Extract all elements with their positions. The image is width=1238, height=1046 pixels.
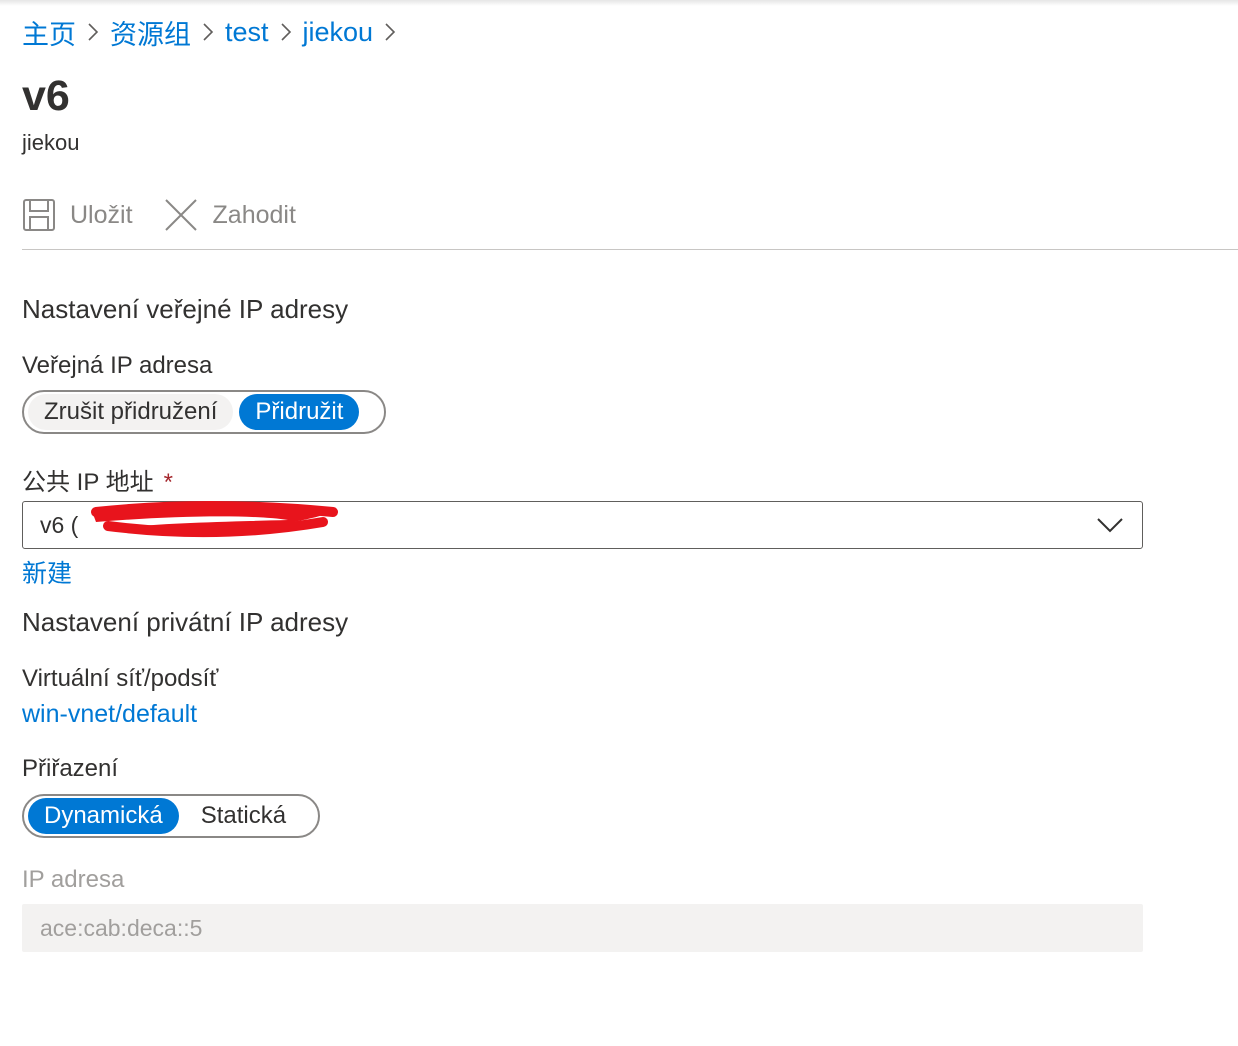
dropdown-value-text: v6 ( — [40, 511, 79, 538]
discard-button[interactable]: Zahodit — [163, 197, 296, 233]
save-button[interactable]: Uložit — [8, 198, 133, 232]
top-shadow — [0, 0, 1238, 6]
chevron-right-icon — [76, 12, 110, 52]
public-ip-association-toggle: Zrušit přidružení Přidružit — [22, 390, 386, 434]
breadcrumb-home[interactable]: 主页 — [22, 13, 76, 52]
close-icon — [163, 197, 199, 233]
assignment-label: Přiřazení — [22, 755, 119, 782]
chevron-right-icon — [373, 12, 407, 52]
discard-label: Zahodit — [212, 200, 296, 229]
static-option[interactable]: Statická — [185, 798, 302, 834]
breadcrumb-jiekou[interactable]: jiekou — [303, 17, 374, 48]
disassociate-option[interactable]: Zrušit přidružení — [28, 394, 234, 430]
toolbar-divider — [22, 249, 1238, 250]
redaction-scribble — [91, 500, 338, 537]
chevron-right-icon — [191, 12, 225, 52]
associate-option[interactable]: Přidružit — [239, 394, 360, 430]
vnet-subnet-label: Virtuální síť/podsíť — [22, 665, 219, 692]
breadcrumb-test[interactable]: test — [225, 17, 269, 48]
assignment-toggle: Dynamická Statická — [22, 794, 320, 838]
chevron-down-icon — [1096, 516, 1124, 539]
ip-address-field: ace:cab:deca::5 — [22, 904, 1143, 952]
required-marker: * — [163, 469, 173, 496]
breadcrumb: 主页 资源组 test jiekou — [22, 12, 407, 52]
page-title: v6 — [22, 72, 70, 120]
chevron-right-icon — [269, 12, 303, 52]
save-label: Uložit — [70, 200, 133, 229]
public-ip-section-title: Nastavení veřejné IP adresy — [22, 294, 349, 324]
ip-address-label: IP adresa — [22, 866, 125, 893]
public-ip-address-label-text: 公共 IP 地址 — [22, 469, 154, 496]
dynamic-option[interactable]: Dynamická — [28, 798, 179, 834]
vnet-subnet-link[interactable]: win-vnet/default — [22, 700, 197, 729]
command-bar: Uložit Zahodit — [22, 190, 326, 240]
create-new-public-ip-link[interactable]: 新建 — [22, 554, 72, 590]
breadcrumb-resource-groups[interactable]: 资源组 — [110, 13, 191, 52]
dropdown-selected-value: v6 ( — [40, 500, 338, 539]
public-ip-address-label: 公共 IP 地址 * — [22, 462, 173, 497]
page-subtitle: jiekou — [22, 130, 80, 155]
save-icon — [22, 198, 56, 232]
public-ip-toggle-label: Veřejná IP adresa — [22, 352, 213, 379]
public-ip-address-dropdown[interactable]: v6 ( — [22, 500, 1143, 549]
private-ip-section-title: Nastavení privátní IP adresy — [22, 607, 349, 637]
